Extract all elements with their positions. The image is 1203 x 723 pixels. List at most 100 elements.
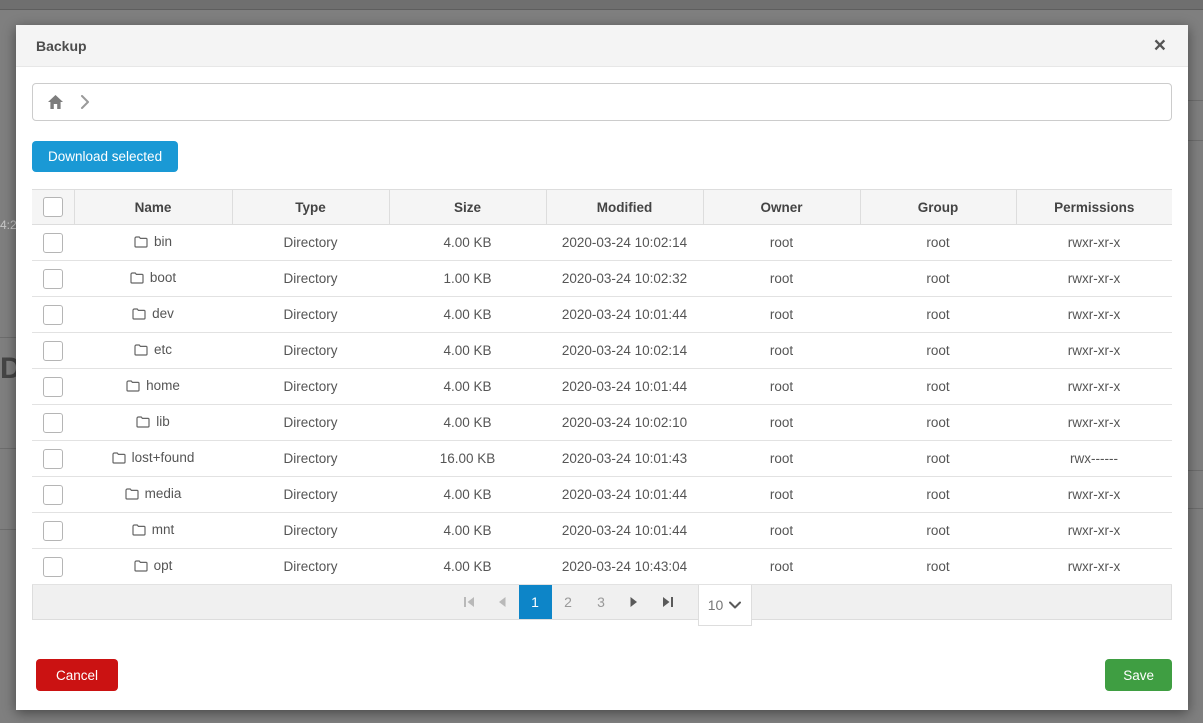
file-owner: root	[703, 513, 860, 549]
file-size: 4.00 KB	[389, 225, 546, 261]
pagination-bar: 1 2 3 10	[32, 585, 1172, 620]
table-row[interactable]: etc Directory 4.00 KB 2020-03-24 10:02:1…	[32, 333, 1172, 369]
column-header-size[interactable]: Size	[389, 190, 546, 225]
table-row[interactable]: lost+found Directory 16.00 KB 2020-03-24…	[32, 441, 1172, 477]
folder-icon	[130, 272, 144, 284]
column-header-owner[interactable]: Owner	[703, 190, 860, 225]
file-name[interactable]: boot	[150, 270, 176, 285]
table-header-row: Name Type Size Modified Owner Group Perm…	[32, 190, 1172, 225]
file-size: 4.00 KB	[389, 297, 546, 333]
file-permissions: rwxr-xr-x	[1016, 405, 1172, 441]
background-row-line	[0, 337, 16, 338]
table-row[interactable]: mnt Directory 4.00 KB 2020-03-24 10:01:4…	[32, 513, 1172, 549]
file-modified: 2020-03-24 10:01:44	[546, 297, 703, 333]
table-row[interactable]: media Directory 4.00 KB 2020-03-24 10:01…	[32, 477, 1172, 513]
file-type: Directory	[232, 369, 389, 405]
background-row-line	[1188, 140, 1203, 141]
folder-icon	[136, 416, 150, 428]
file-name[interactable]: opt	[154, 558, 173, 573]
table-row[interactable]: lib Directory 4.00 KB 2020-03-24 10:02:1…	[32, 405, 1172, 441]
background-row-line	[0, 448, 16, 449]
column-header-modified[interactable]: Modified	[546, 190, 703, 225]
file-owner: root	[703, 297, 860, 333]
file-permissions: rwxr-xr-x	[1016, 333, 1172, 369]
file-owner: root	[703, 261, 860, 297]
file-type: Directory	[232, 297, 389, 333]
file-modified: 2020-03-24 10:02:10	[546, 405, 703, 441]
file-name[interactable]: home	[146, 378, 180, 393]
folder-icon	[126, 380, 140, 392]
column-header-permissions[interactable]: Permissions	[1016, 190, 1172, 225]
first-page-icon[interactable]	[453, 585, 486, 619]
file-group: root	[860, 441, 1016, 477]
file-owner: root	[703, 441, 860, 477]
dialog-header: Backup ×	[16, 25, 1188, 67]
dialog-title: Backup	[36, 38, 87, 54]
previous-page-icon[interactable]	[486, 585, 519, 619]
row-checkbox[interactable]	[43, 269, 63, 289]
file-permissions: rwx------	[1016, 441, 1172, 477]
file-group: root	[860, 261, 1016, 297]
file-name[interactable]: dev	[152, 306, 174, 321]
file-permissions: rwxr-xr-x	[1016, 549, 1172, 585]
table-row[interactable]: home Directory 4.00 KB 2020-03-24 10:01:…	[32, 369, 1172, 405]
select-all-checkbox[interactable]	[43, 197, 63, 217]
last-page-icon[interactable]	[651, 585, 684, 619]
background-top-bar	[0, 0, 1203, 10]
file-name[interactable]: lib	[156, 414, 170, 429]
background-row-line	[1188, 470, 1203, 471]
file-group: root	[860, 225, 1016, 261]
row-checkbox[interactable]	[43, 485, 63, 505]
file-name[interactable]: media	[145, 486, 182, 501]
file-table: Name Type Size Modified Owner Group Perm…	[32, 189, 1172, 585]
file-name[interactable]: bin	[154, 234, 172, 249]
file-size: 4.00 KB	[389, 477, 546, 513]
file-owner: root	[703, 477, 860, 513]
file-group: root	[860, 477, 1016, 513]
table-row[interactable]: opt Directory 4.00 KB 2020-03-24 10:43:0…	[32, 549, 1172, 585]
backup-dialog: Backup × Download selected Name Type	[16, 25, 1188, 710]
file-permissions: rwxr-xr-x	[1016, 297, 1172, 333]
close-icon[interactable]: ×	[1152, 35, 1168, 56]
column-header-group[interactable]: Group	[860, 190, 1016, 225]
save-button[interactable]: Save	[1105, 659, 1172, 691]
cancel-button[interactable]: Cancel	[36, 659, 118, 691]
file-owner: root	[703, 333, 860, 369]
row-checkbox[interactable]	[43, 341, 63, 361]
file-modified: 2020-03-24 10:01:43	[546, 441, 703, 477]
dialog-body: Download selected Name Type Size Modifie…	[16, 67, 1188, 648]
file-name[interactable]: mnt	[152, 522, 175, 537]
file-permissions: rwxr-xr-x	[1016, 513, 1172, 549]
row-checkbox[interactable]	[43, 557, 63, 577]
column-header-name[interactable]: Name	[74, 190, 232, 225]
page-button-3[interactable]: 3	[585, 585, 618, 619]
column-header-type[interactable]: Type	[232, 190, 389, 225]
file-owner: root	[703, 369, 860, 405]
file-type: Directory	[232, 333, 389, 369]
row-checkbox[interactable]	[43, 413, 63, 433]
row-checkbox[interactable]	[43, 233, 63, 253]
page-button-1[interactable]: 1	[519, 585, 552, 619]
file-owner: root	[703, 225, 860, 261]
row-checkbox[interactable]	[43, 449, 63, 469]
file-name[interactable]: lost+found	[132, 450, 195, 465]
dialog-footer: Cancel Save	[16, 648, 1188, 710]
next-page-icon[interactable]	[618, 585, 651, 619]
table-row[interactable]: bin Directory 4.00 KB 2020-03-24 10:02:1…	[32, 225, 1172, 261]
file-name[interactable]: etc	[154, 342, 172, 357]
table-row[interactable]: dev Directory 4.00 KB 2020-03-24 10:01:4…	[32, 297, 1172, 333]
download-selected-button[interactable]: Download selected	[32, 141, 178, 172]
file-owner: root	[703, 549, 860, 585]
file-type: Directory	[232, 549, 389, 585]
row-checkbox[interactable]	[43, 521, 63, 541]
file-type: Directory	[232, 225, 389, 261]
page-size-select[interactable]: 10	[698, 585, 752, 626]
page-button-2[interactable]: 2	[552, 585, 585, 619]
home-icon[interactable]	[47, 94, 64, 110]
file-size: 4.00 KB	[389, 333, 546, 369]
chevron-right-icon	[80, 95, 90, 109]
row-checkbox[interactable]	[43, 305, 63, 325]
table-row[interactable]: boot Directory 1.00 KB 2020-03-24 10:02:…	[32, 261, 1172, 297]
file-size: 4.00 KB	[389, 405, 546, 441]
row-checkbox[interactable]	[43, 377, 63, 397]
